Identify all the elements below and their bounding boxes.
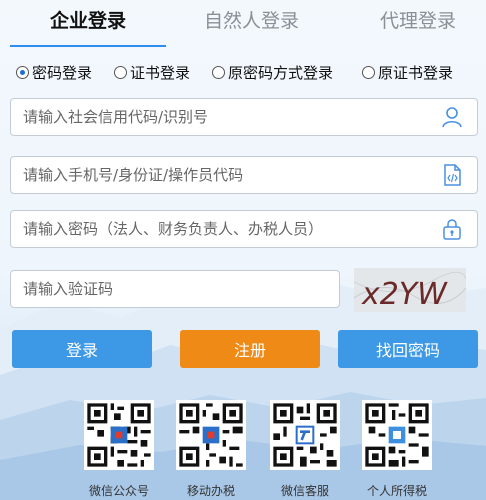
qr-code-image bbox=[362, 400, 432, 470]
qr-personal-income-tax: 个人所得税 bbox=[362, 400, 432, 498]
password-input[interactable] bbox=[11, 211, 421, 247]
radio-label: 密码登录 bbox=[32, 64, 93, 82]
radio-legacy-certificate-login[interactable]: 原证书登录 bbox=[362, 62, 453, 83]
captcha-field bbox=[10, 270, 340, 308]
qr-code-icon bbox=[84, 400, 154, 470]
phone-id-field bbox=[10, 156, 478, 194]
radio-circle[interactable] bbox=[114, 66, 127, 79]
radio-password-login[interactable]: 密码登录 bbox=[16, 62, 92, 83]
qr-code-icon bbox=[176, 400, 246, 470]
qr-code-image bbox=[84, 400, 154, 470]
login-method-options: 密码登录 证书登录 原密码方式登录 原证书登录 bbox=[16, 62, 478, 82]
active-tab-underline bbox=[10, 45, 166, 47]
login-type-tabs: 企业登录 自然人登录 代理登录 bbox=[0, 0, 486, 47]
recover-password-button[interactable]: 找回密码 bbox=[338, 330, 478, 368]
radio-label: 证书登录 bbox=[130, 64, 191, 82]
credit-code-input[interactable] bbox=[11, 99, 421, 135]
qr-label: 个人所得税 bbox=[366, 484, 427, 498]
phone-id-input[interactable] bbox=[11, 157, 421, 193]
qr-mobile-tax: 移动办税 bbox=[176, 400, 246, 498]
qr-code-image bbox=[176, 400, 246, 470]
password-field bbox=[10, 210, 478, 248]
login-button[interactable]: 登录 bbox=[12, 330, 152, 368]
register-button[interactable]: 注册 bbox=[180, 330, 320, 368]
lock-icon bbox=[443, 219, 461, 240]
qr-wechat-service: 微信客服 bbox=[270, 400, 340, 498]
captcha-text: x2YW bbox=[361, 277, 448, 312]
user-icon bbox=[442, 107, 462, 128]
qr-code-image bbox=[270, 400, 340, 470]
qr-code-icon bbox=[362, 400, 432, 470]
qr-code-icon bbox=[270, 400, 340, 470]
radio-label: 原密码方式登录 bbox=[228, 64, 334, 82]
document-code-icon bbox=[444, 164, 461, 186]
tab-agent-login[interactable]: 代理登录 bbox=[380, 6, 456, 33]
radio-label: 原证书登录 bbox=[378, 64, 454, 82]
qr-wechat-official: 微信公众号 bbox=[84, 400, 154, 498]
tab-natural-person-login[interactable]: 自然人登录 bbox=[204, 6, 299, 33]
tab-enterprise-login[interactable]: 企业登录 bbox=[50, 6, 126, 33]
radio-circle[interactable] bbox=[16, 66, 29, 79]
captcha-input[interactable] bbox=[11, 271, 311, 307]
credit-code-field bbox=[10, 98, 478, 136]
captcha-image[interactable]: x2YW bbox=[354, 268, 466, 312]
radio-circle[interactable] bbox=[362, 66, 375, 79]
radio-legacy-password-login[interactable]: 原密码方式登录 bbox=[212, 62, 333, 83]
radio-circle[interactable] bbox=[212, 66, 225, 79]
radio-certificate-login[interactable]: 证书登录 bbox=[114, 62, 190, 83]
